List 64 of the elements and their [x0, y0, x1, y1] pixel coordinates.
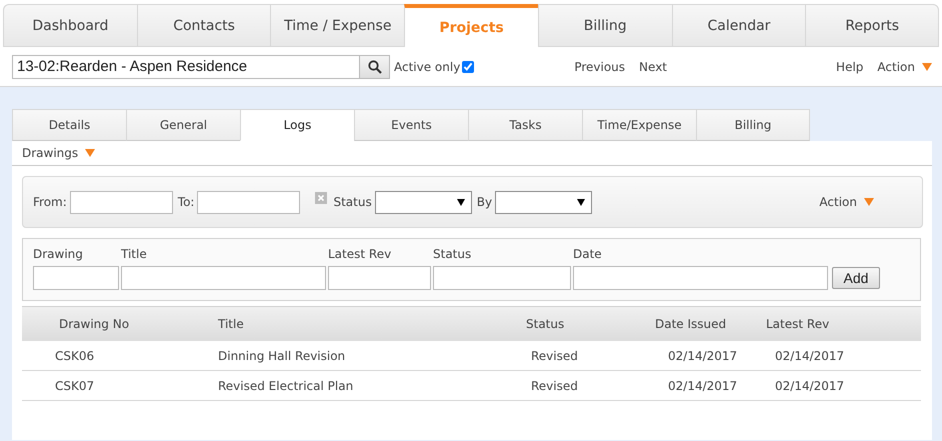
caret-icon — [85, 149, 96, 157]
caret-icon — [864, 198, 874, 206]
tab[interactable]: Tasks — [468, 109, 582, 141]
table-cell-text: Revised — [530, 378, 579, 392]
add-button[interactable]: Add — [832, 267, 880, 289]
by-dropdown[interactable] — [495, 190, 592, 214]
tab[interactable]: Time/Expense — [582, 109, 696, 141]
table-cell-text: CSK07 — [54, 378, 96, 392]
field-label: Status — [433, 247, 472, 261]
tab[interactable]: Logs — [240, 109, 354, 141]
active-only-checkbox[interactable] — [462, 60, 474, 72]
nav-tab[interactable]: Calendar — [672, 4, 806, 47]
field-label: By — [476, 195, 492, 209]
input-field[interactable] — [33, 266, 119, 290]
column-header: Status — [526, 317, 566, 331]
nav-tab[interactable]: Reports — [805, 4, 940, 47]
column-header: Title — [218, 317, 245, 331]
search-button[interactable] — [360, 54, 390, 78]
input-field[interactable] — [573, 266, 828, 290]
tab[interactable]: Billing — [696, 109, 810, 141]
nav-tab[interactable]: Contacts — [136, 4, 270, 47]
column-header: Drawing No — [58, 317, 130, 331]
nav-tab[interactable]: Billing — [538, 4, 672, 47]
status-dropdown[interactable] — [374, 190, 472, 214]
dropdown-arrow-icon — [577, 198, 586, 206]
field-label: To: — [178, 195, 194, 209]
to-date-field[interactable] — [197, 190, 300, 214]
table-cell-text: 02/14/2017 — [774, 348, 846, 362]
field-label: Drawing — [33, 247, 84, 261]
search-icon — [368, 60, 382, 74]
nav-tab[interactable]: Time / Expense — [270, 4, 404, 47]
field-label: Date — [573, 247, 603, 261]
clear-icon[interactable] — [315, 192, 328, 204]
tab[interactable]: Details — [12, 109, 126, 141]
from-date-field[interactable] — [70, 190, 173, 214]
field-label: From: — [33, 195, 67, 209]
table-cell-text: 02/14/2017 — [774, 378, 846, 392]
field-label: Latest Rev — [328, 247, 392, 261]
table-cell-text: Dinning Hall Revision — [218, 348, 346, 362]
nav-tab[interactable]: Dashboard — [3, 4, 137, 47]
field-label: Title — [121, 247, 148, 261]
table-cell-text: Revised — [530, 348, 579, 362]
tab[interactable]: General — [126, 109, 240, 141]
action-menu[interactable]: Action — [819, 195, 857, 209]
table-cell-text: CSK06 — [54, 348, 96, 362]
dropdown-arrow-icon — [456, 198, 465, 206]
action-menu[interactable]: Action — [877, 60, 915, 74]
field-label: Status — [333, 195, 372, 209]
section-menu[interactable]: Drawings — [22, 146, 78, 160]
tab[interactable]: Events — [354, 109, 468, 141]
project-search-field[interactable]: 13-02:Rearden - Aspen Residence — [12, 54, 360, 78]
column-header: Date Issued — [655, 317, 728, 331]
input-field[interactable] — [121, 266, 326, 290]
table-cell-text: 02/14/2017 — [667, 378, 738, 392]
active-only-label: Active only — [394, 60, 460, 74]
pager-link[interactable]: Previous — [574, 60, 626, 74]
input-field[interactable] — [328, 266, 431, 290]
input-field[interactable] — [433, 266, 571, 290]
table-cell-text: 02/14/2017 — [667, 348, 738, 362]
caret-icon — [922, 62, 932, 70]
help-link[interactable]: Help — [836, 60, 864, 74]
pager-link[interactable]: Next — [639, 60, 668, 74]
column-header: Latest Rev — [766, 317, 830, 331]
table-cell-text: Revised Electrical Plan — [218, 378, 354, 392]
